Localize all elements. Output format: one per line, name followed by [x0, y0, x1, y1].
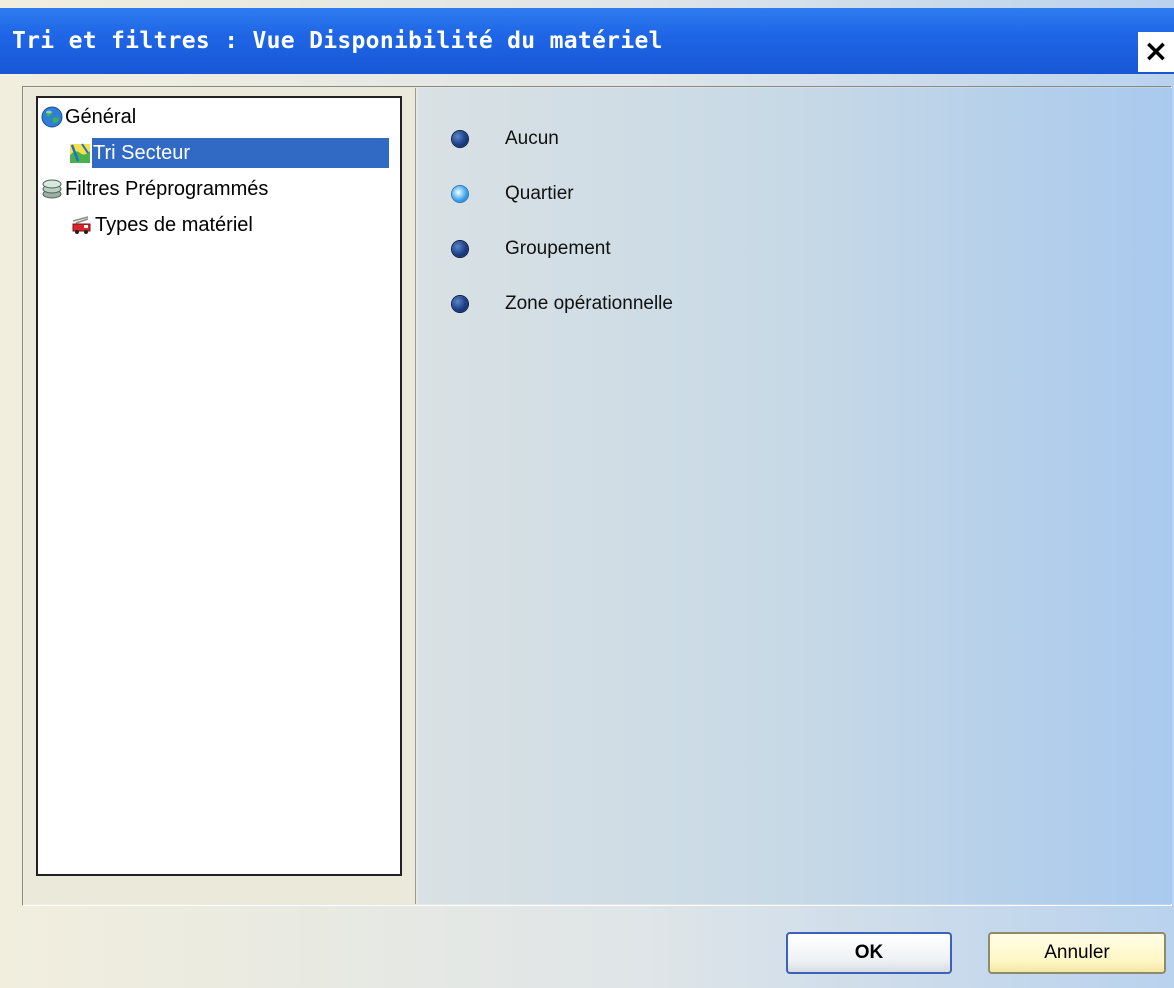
tree-item-label: Tri Secteur [92, 138, 389, 168]
tree-item-label: Types de matériel [95, 214, 253, 236]
radio-label: Zone opérationnelle [505, 293, 673, 314]
radio-label: Quartier [505, 183, 574, 204]
map-sector-icon [68, 141, 92, 165]
radio-option-aucun[interactable]: Aucun [452, 124, 559, 154]
close-button[interactable]: × [1138, 32, 1174, 72]
sort-filter-dialog: Tri et filtres : Vue Disponibilité du ma… [0, 0, 1174, 988]
radio-button[interactable] [452, 131, 468, 147]
stack-icon [40, 177, 64, 201]
radio-button-selected[interactable] [452, 186, 468, 202]
tree-item-label: Général [65, 106, 137, 128]
radio-option-groupement[interactable]: Groupement [452, 234, 611, 264]
radio-option-zone-operationnelle[interactable]: Zone opérationnelle [452, 289, 673, 319]
window-title: Tri et filtres : Vue Disponibilité du ma… [12, 28, 663, 54]
tree-item-general[interactable]: Général [40, 102, 140, 132]
tree-item-tri-secteur[interactable]: Tri Secteur [68, 138, 389, 168]
cancel-button[interactable]: Annuler [988, 932, 1166, 974]
radio-label: Aucun [505, 128, 559, 149]
tree-view[interactable]: Général Tri Secteur Filtres Préprogrammé… [36, 96, 402, 876]
radio-label: Groupement [505, 238, 611, 259]
radio-option-quartier[interactable]: Quartier [452, 179, 574, 209]
globe-icon [40, 105, 64, 129]
tree-item-label: Filtres Préprogrammés [65, 178, 269, 200]
tree-item-filtres-preprogrammes[interactable]: Filtres Préprogrammés [40, 174, 272, 204]
title-bar[interactable]: Tri et filtres : Vue Disponibilité du ma… [0, 8, 1174, 74]
fire-truck-icon [70, 213, 94, 237]
radio-button[interactable] [452, 241, 468, 257]
ok-button[interactable]: OK [786, 932, 952, 974]
options-pane [418, 88, 1172, 904]
radio-button[interactable] [452, 296, 468, 312]
tree-item-types-de-materiel[interactable]: Types de matériel [70, 210, 257, 240]
